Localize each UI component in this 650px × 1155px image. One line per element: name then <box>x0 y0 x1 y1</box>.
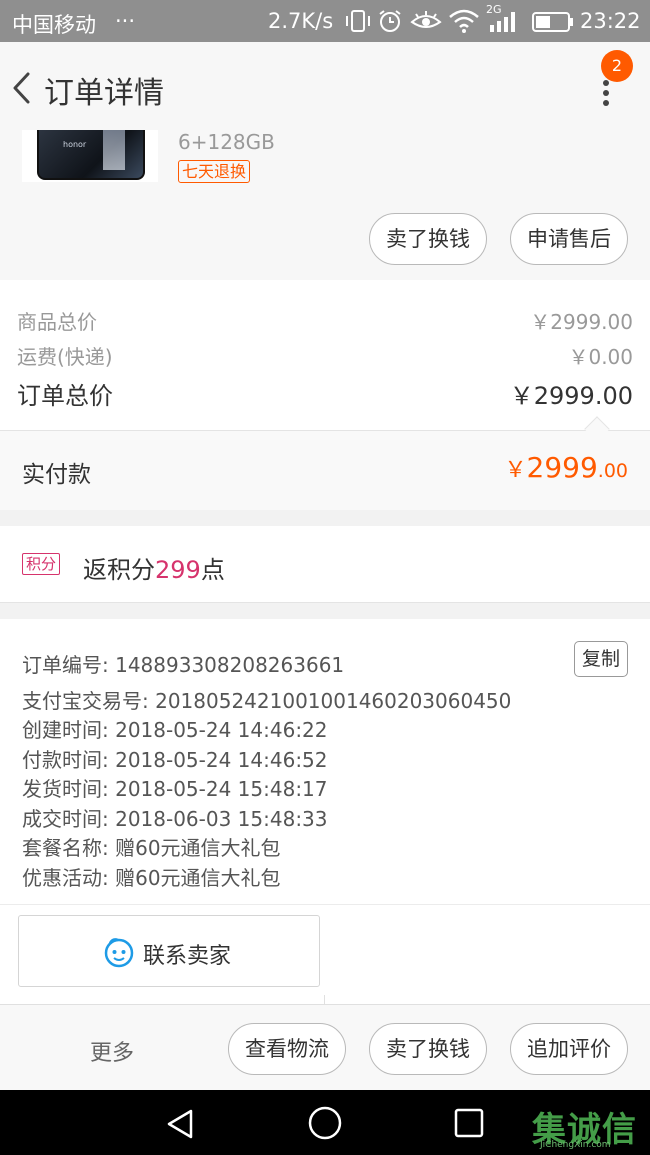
product-spec: 6+128GB <box>178 130 275 154</box>
goods-total-value: ￥2999.00 <box>530 310 633 334</box>
bottom-action-bar: 更多 查看物流 卖了换钱 追加评价 <box>0 1004 650 1090</box>
back-arrow-icon[interactable] <box>8 68 38 108</box>
paid-amount-row: 实付款 ￥2999.00 <box>0 430 650 510</box>
paid-value: ￥2999.00 <box>505 451 629 484</box>
price-summary: 商品总价 ￥2999.00 运费(快递) ￥0.00 订单总价 ￥2999.00 <box>0 280 650 430</box>
points-text: 返积分299点 <box>83 550 225 585</box>
add-review-button[interactable]: 追加评价 <box>510 1023 628 1075</box>
alarm-icon <box>379 10 401 32</box>
package-name: 套餐名称: 赠60元通信大礼包 <box>22 836 281 860</box>
return-policy-tag: 七天退换 <box>178 160 251 183</box>
more-vertical-icon[interactable] <box>596 78 616 108</box>
paid-integer: 2999 <box>526 451 598 484</box>
order-info: 订单编号: 148893308208263661 复制 支付宝交易号: 2018… <box>0 619 650 904</box>
shipping-value: ￥0.00 <box>568 345 633 369</box>
phone-brand-text: honor <box>63 140 87 149</box>
order-total-value: ￥2999.00 <box>509 382 633 410</box>
after-sales-button[interactable]: 申请售后 <box>510 213 628 265</box>
signal-icon <box>490 12 515 32</box>
shipped-time: 发货时间: 2018-05-24 15:48:17 <box>22 777 328 801</box>
back-triangle-icon[interactable] <box>163 1107 197 1141</box>
paid-time: 付款时间: 2018-05-24 14:46:52 <box>22 748 328 772</box>
app-header: 订单详情 2 <box>0 42 650 130</box>
status-bar: 中国移动 ··· 2.7K/s 2G 23:22 <box>0 0 650 42</box>
points-value: 299 <box>155 556 201 584</box>
completed-time: 成交时间: 2018-06-03 15:48:33 <box>22 807 328 831</box>
watermark-logo: 集诚信 JiChengXin.com <box>532 1102 637 1151</box>
points-suffix: 点 <box>200 556 225 584</box>
created-time: 创建时间: 2018-05-24 14:46:22 <box>22 718 328 742</box>
points-tag: 积分 <box>22 553 61 575</box>
phone-image: honor <box>37 130 145 180</box>
points-row: 积分 返积分299点 <box>0 526 650 603</box>
clock: 23:22 <box>580 9 641 33</box>
paid-currency: ￥ <box>504 458 527 483</box>
contact-seller-button[interactable]: 联系卖家 <box>18 915 320 987</box>
paid-decimal: .00 <box>597 460 628 482</box>
notification-badge: 2 <box>601 50 633 82</box>
contact-seller-label: 联系卖家 <box>143 944 232 969</box>
product-thumbnail[interactable]: honor <box>22 130 158 182</box>
view-logistics-button[interactable]: 查看物流 <box>228 1023 346 1075</box>
contact-area: 联系卖家 <box>0 904 650 1005</box>
order-total-label: 订单总价 <box>17 382 113 410</box>
shipping-label: 运费(快递) <box>17 345 113 369</box>
battery-icon <box>532 12 573 32</box>
system-nav-bar: 集诚信 JiChengXin.com <box>0 1090 650 1155</box>
paid-label: 实付款 <box>22 462 91 488</box>
page-title: 订单详情 <box>44 76 164 111</box>
carrier-dots: ··· <box>115 9 136 33</box>
wifi-icon <box>449 9 479 33</box>
vibrate-icon <box>346 10 370 32</box>
more-link[interactable]: 更多 <box>90 1035 134 1067</box>
points-prefix: 返积分 <box>83 556 155 584</box>
product-card: honor 6+128GB 七天退换 卖了换钱 申请售后 <box>0 130 650 280</box>
carrier-name: 中国移动 <box>12 13 96 37</box>
promotion: 优惠活动: 赠60元通信大礼包 <box>22 866 281 890</box>
sell-for-cash-button[interactable]: 卖了换钱 <box>369 213 487 265</box>
home-circle-icon[interactable] <box>307 1105 343 1141</box>
goods-total-label: 商品总价 <box>17 310 97 334</box>
chat-bot-icon <box>104 938 134 968</box>
alipay-trade-number: 支付宝交易号: 2018052421001001460203060450 <box>22 689 512 713</box>
eye-icon <box>410 11 442 28</box>
net-speed: 2.7K/s <box>268 9 334 33</box>
order-number: 订单编号: 148893308208263661 <box>22 653 345 677</box>
copy-button[interactable]: 复制 <box>574 641 628 677</box>
recents-square-icon[interactable] <box>453 1107 485 1139</box>
watermark-sub: JiChengXin.com <box>540 1140 611 1150</box>
sell-for-cash-bottom-button[interactable]: 卖了换钱 <box>369 1023 487 1075</box>
